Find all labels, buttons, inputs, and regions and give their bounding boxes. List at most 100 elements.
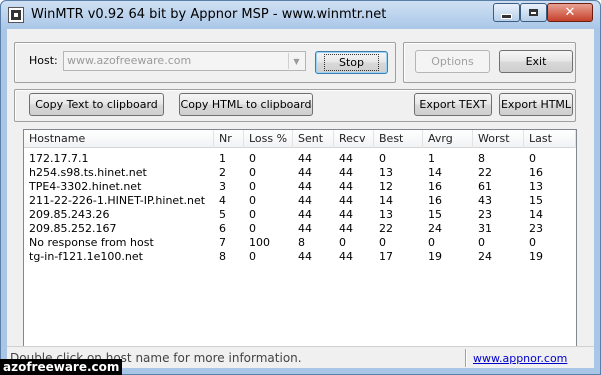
cell-last: 14 [529,208,543,221]
cell-best: 0 [379,236,386,249]
cell-recv: 0 [339,236,346,249]
copy-text-button[interactable]: Copy Text to clipboard [29,93,164,116]
table-row[interactable]: tg-in-f121.1e100.net 8 0 44 44 17 19 24 … [24,250,576,264]
cell-best: 12 [379,180,393,193]
cell-sent: 44 [298,152,312,165]
cell-nr: 6 [219,222,226,235]
table-row[interactable]: h254.s98.ts.hinet.net 2 0 44 44 13 14 22… [24,166,576,180]
cell-sent: 44 [298,194,312,207]
cell-worst: 24 [478,250,492,263]
column-header-last[interactable]: Last [524,130,576,148]
cell-avrg: 15 [428,208,442,221]
cell-hostname: 211-22-226-1.HINET-IP.hinet.net [29,194,206,207]
cell-sent: 44 [298,180,312,193]
table-header: Hostname Nr Loss % Sent Recv Best Avrg W… [24,130,576,148]
cell-sent: 44 [298,166,312,179]
column-header-avrg[interactable]: Avrg [423,130,473,148]
cell-hostname: 209.85.243.26 [29,208,110,221]
cell-hostname: tg-in-f121.1e100.net [29,250,143,263]
copy-html-button[interactable]: Copy HTML to clipboard [179,93,313,116]
cell-nr: 5 [219,208,226,221]
cell-loss: 0 [249,208,256,221]
cell-last: 0 [529,236,536,249]
cell-best: 14 [379,194,393,207]
cell-best: 22 [379,222,393,235]
cell-loss: 0 [249,250,256,263]
cell-worst: 43 [478,194,492,207]
table-row[interactable]: No response from host 7 100 8 0 0 0 0 0 [24,236,576,250]
cell-worst: 31 [478,222,492,235]
host-combobox[interactable]: www.azofreeware.com ▼ [63,51,306,71]
cell-hostname: TPE4-3302.hinet.net [29,180,142,193]
cell-best: 17 [379,250,393,263]
exit-button[interactable]: Exit [499,50,573,73]
cell-last: 0 [529,152,536,165]
cell-sent: 44 [298,222,312,235]
cell-worst: 22 [478,166,492,179]
column-header-nr[interactable]: Nr [214,130,244,148]
table-row[interactable]: TPE4-3302.hinet.net 3 0 44 44 12 16 61 1… [24,180,576,194]
cell-hostname: No response from host [29,236,154,249]
cell-nr: 3 [219,180,226,193]
column-header-hostname[interactable]: Hostname [24,130,214,148]
table-row[interactable]: 172.17.7.1 1 0 44 44 0 1 8 0 [24,152,576,166]
host-label: Host: [29,54,58,67]
cell-nr: 4 [219,194,226,207]
cell-hostname: 209.85.252.167 [29,222,117,235]
cell-hostname: h254.s98.ts.hinet.net [29,166,147,179]
cell-avrg: 24 [428,222,442,235]
app-window: WinMTR v0.92 64 bit by Appnor MSP - www.… [0,0,601,375]
export-html-button[interactable]: Export HTML [499,93,573,116]
status-divider [465,349,467,367]
table-row[interactable]: 209.85.243.26 5 0 44 44 13 15 23 14 [24,208,576,222]
cell-last: 13 [529,180,543,193]
cell-loss: 0 [249,152,256,165]
cell-recv: 44 [339,166,353,179]
options-button[interactable]: Options [415,50,490,73]
cell-loss: 0 [249,222,256,235]
minimize-icon [501,13,512,19]
stop-button[interactable]: Stop [315,51,388,74]
cell-worst: 61 [478,180,492,193]
cell-avrg: 16 [428,194,442,207]
cell-recv: 44 [339,250,353,263]
cell-worst: 8 [478,152,485,165]
maximize-icon [529,9,538,16]
results-table[interactable]: Hostname Nr Loss % Sent Recv Best Avrg W… [23,129,577,348]
export-text-button[interactable]: Export TEXT [414,93,492,116]
table-row[interactable]: 211-22-226-1.HINET-IP.hinet.net 4 0 44 4… [24,194,576,208]
table-row[interactable]: 209.85.252.167 6 0 44 44 22 24 31 23 [24,222,576,236]
cell-nr: 1 [219,152,226,165]
cell-last: 15 [529,194,543,207]
cell-hostname: 172.17.7.1 [29,152,89,165]
cell-avrg: 19 [428,250,442,263]
cell-loss: 0 [249,194,256,207]
minimize-button[interactable] [493,3,520,22]
cell-recv: 44 [339,152,353,165]
appnor-link[interactable]: www.appnor.com [473,352,567,365]
column-header-best[interactable]: Best [374,130,423,148]
host-value: www.azofreeware.com [67,54,192,67]
cell-recv: 44 [339,222,353,235]
cell-last: 16 [529,166,543,179]
chevron-down-icon[interactable]: ▼ [288,53,304,69]
cell-recv: 44 [339,180,353,193]
cell-sent: 44 [298,250,312,263]
cell-loss: 0 [249,166,256,179]
column-header-sent[interactable]: Sent [293,130,334,148]
client-area: Host: www.azofreeware.com ▼ Stop Options… [7,29,594,368]
column-header-worst[interactable]: Worst [473,130,524,148]
column-header-recv[interactable]: Recv [334,130,374,148]
cell-nr: 7 [219,236,226,249]
cell-best: 0 [379,152,386,165]
title-bar[interactable]: WinMTR v0.92 64 bit by Appnor MSP - www.… [1,1,600,29]
column-header-loss[interactable]: Loss % [244,130,293,148]
close-button[interactable]: ✕ [547,3,593,22]
cell-nr: 8 [219,250,226,263]
cell-loss: 100 [249,236,270,249]
maximize-button[interactable] [520,3,547,22]
cell-recv: 44 [339,194,353,207]
cell-recv: 44 [339,208,353,221]
cell-avrg: 1 [428,152,435,165]
cell-sent: 44 [298,208,312,221]
